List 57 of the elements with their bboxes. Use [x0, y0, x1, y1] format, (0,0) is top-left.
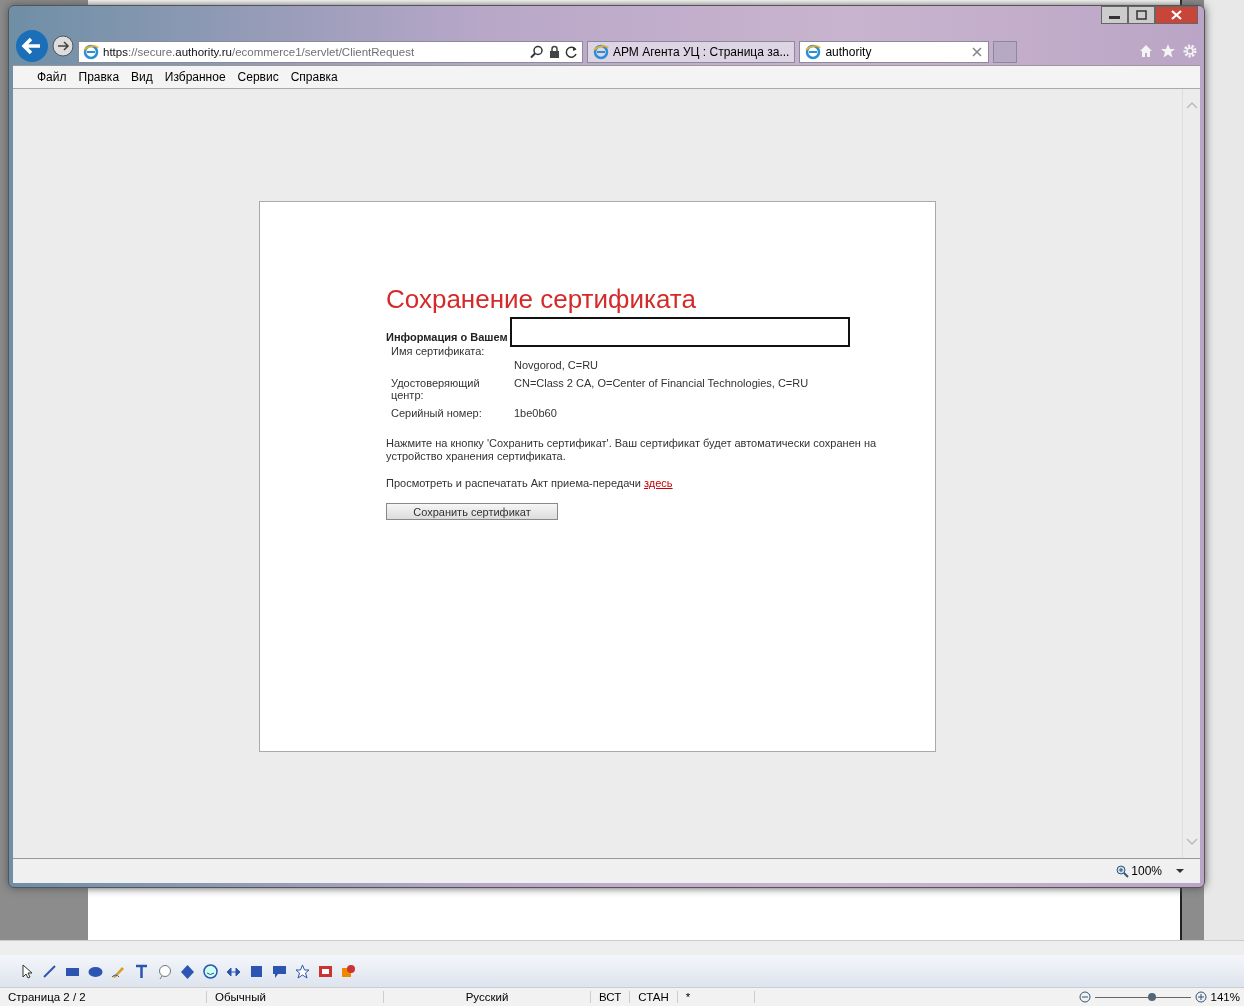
- section-heading: Информация о Вашем: [386, 331, 508, 343]
- vertical-scrollbar[interactable]: [1204, 0, 1244, 940]
- zoom-level[interactable]: 100%: [1131, 864, 1162, 878]
- close-button[interactable]: [1155, 6, 1198, 24]
- browser-page-icon: [83, 44, 99, 60]
- browser-page-icon: [593, 44, 609, 60]
- star-icon[interactable]: [1160, 43, 1176, 59]
- menu-item[interactable]: Избранное: [164, 70, 226, 84]
- dropdown-arrow-icon[interactable]: [1176, 869, 1184, 873]
- browser-page-icon: [805, 44, 822, 60]
- forward-button[interactable]: [52, 35, 74, 57]
- save-certificate-button[interactable]: Сохранить сертификат: [386, 503, 558, 520]
- status-item: Страница 2 / 2: [0, 991, 207, 1003]
- status-item: Русский: [384, 991, 591, 1003]
- speech-bubble-icon[interactable]: [272, 963, 287, 979]
- page-title: Сохранение сертификата: [386, 284, 697, 315]
- zoom-out-icon[interactable]: [1078, 991, 1091, 1003]
- field-label: Удостоверяющий центр:: [390, 377, 481, 401]
- close-icon[interactable]: [971, 46, 984, 58]
- frame-icon[interactable]: [318, 963, 333, 979]
- field-value: CN=Class 2 CA, O=Center of Financial Technologies, C=RU: [514, 377, 809, 389]
- browser-tab[interactable]: authority: [799, 41, 990, 63]
- browser-tab[interactable]: АРМ Агента УЦ : Страница за...: [587, 41, 796, 63]
- text-icon[interactable]: [134, 963, 149, 979]
- refresh-icon[interactable]: [565, 45, 578, 59]
- field-label: Серийный номер:: [390, 407, 483, 419]
- menu-item[interactable]: Вид: [131, 70, 153, 84]
- link[interactable]: здесь: [644, 477, 673, 489]
- menu-item[interactable]: Правка: [78, 70, 120, 84]
- maximize-button[interactable]: [1128, 6, 1155, 24]
- status-item: ВСТ: [591, 991, 631, 1003]
- menu-item[interactable]: Файл: [37, 70, 67, 84]
- lock-icon: [548, 45, 561, 59]
- search-icon[interactable]: [530, 45, 544, 59]
- line-icon[interactable]: [42, 963, 57, 979]
- zoom-icon[interactable]: [1116, 864, 1130, 878]
- smiley-icon[interactable]: [203, 963, 218, 979]
- field-label: Имя сертификата:: [390, 345, 486, 359]
- instruction-text: Нажмите на кнопку 'Сохранить сертификат'. Ваш сертификат будет автоматически сохранен на устройство хранения сертификата.: [386, 437, 878, 463]
- field-value: 1be0b60: [514, 407, 557, 419]
- back-button[interactable]: [15, 29, 49, 63]
- address-bar[interactable]: https://secure.authority.ru/ecommerce1/servlet/ClientRequest: [78, 41, 583, 63]
- horizontal-scrollbar[interactable]: [0, 940, 1244, 955]
- menu-item[interactable]: Сервис: [237, 70, 279, 84]
- zoom-in-icon[interactable]: [1194, 991, 1207, 1003]
- minimize-button[interactable]: [1101, 6, 1128, 24]
- diamond-icon[interactable]: [180, 963, 195, 979]
- print-text: Просмотреть и распечатать Акт приема-передачи здесь: [386, 477, 674, 490]
- slider-thumb[interactable]: [1148, 992, 1157, 1001]
- menu-item[interactable]: Справка: [290, 70, 338, 84]
- field-value: Novgorod, C=RU: [514, 358, 600, 371]
- status-item: СТАН: [630, 991, 678, 1003]
- status-item: *: [677, 991, 755, 1003]
- star-icon[interactable]: [295, 963, 310, 979]
- status-item: Обычный: [207, 991, 384, 1003]
- zoom-percent: 141%: [1210, 991, 1240, 1003]
- pointer-icon[interactable]: [20, 963, 34, 979]
